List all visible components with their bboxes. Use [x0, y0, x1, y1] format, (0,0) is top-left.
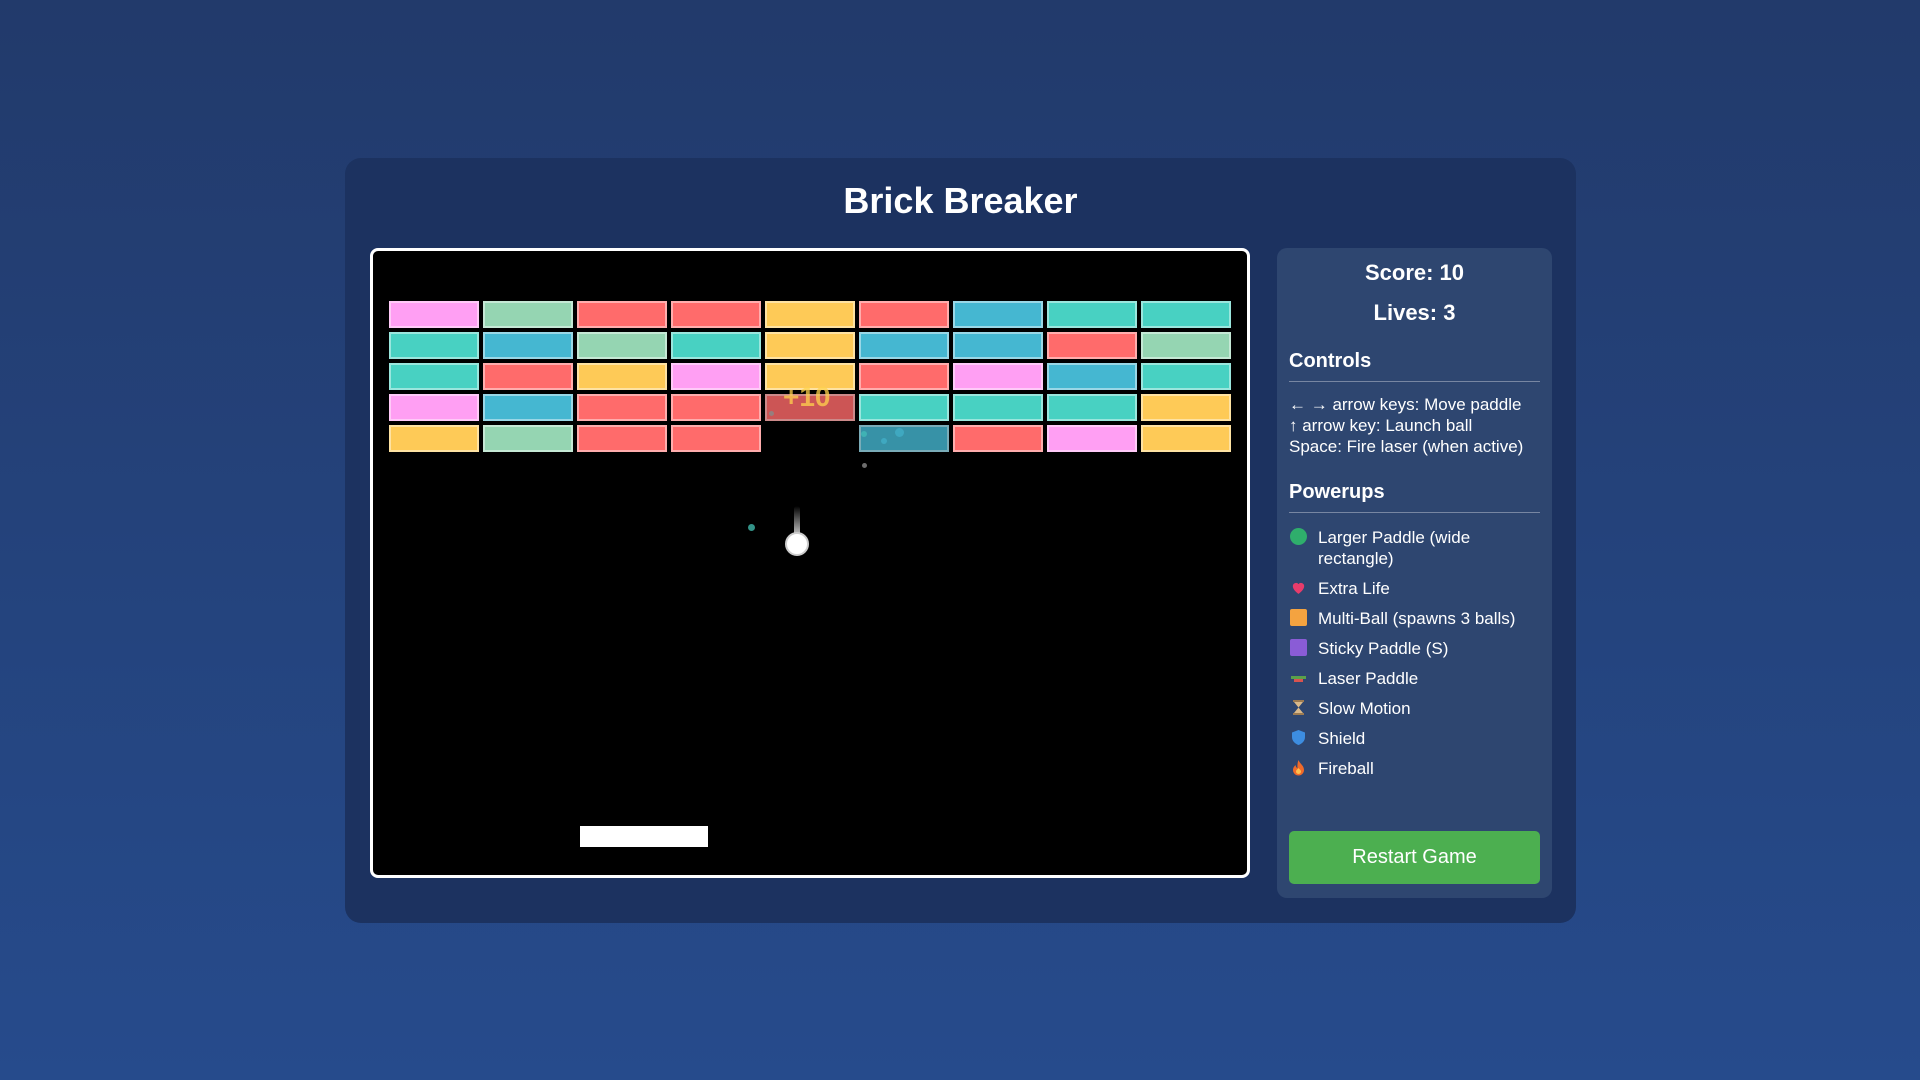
powerup-label: Sticky Paddle (S) — [1318, 639, 1449, 658]
brick — [953, 425, 1043, 452]
powerup-label: Larger Paddle (wide rectangle) — [1318, 528, 1471, 568]
brick — [577, 301, 667, 328]
brick — [389, 332, 479, 359]
brick — [577, 332, 667, 359]
brick — [953, 394, 1043, 421]
brick — [1047, 363, 1137, 390]
brick — [389, 394, 479, 421]
game-container: Brick Breaker +10 Score: 10 Lives: 3 Con… — [345, 158, 1576, 923]
score-popup: +10 — [783, 381, 831, 412]
powerup-label: Multi-Ball (spawns 3 balls) — [1318, 609, 1516, 628]
score-display: Score: 10 — [1364, 260, 1465, 285]
info-panel: Score: 10 Lives: 3 Controls ← → arrow ke… — [1277, 248, 1552, 898]
powerup-laser-paddle: Laser Paddle — [1289, 668, 1540, 689]
particle — [881, 438, 887, 444]
brick — [859, 301, 949, 328]
brick — [953, 363, 1043, 390]
brick — [577, 425, 667, 452]
brick — [577, 394, 667, 421]
brick — [1047, 394, 1137, 421]
powerup-label: Extra Life — [1318, 579, 1390, 598]
ball — [785, 532, 809, 556]
brick — [671, 394, 761, 421]
brick — [1047, 332, 1137, 359]
brick — [389, 363, 479, 390]
particle — [748, 524, 755, 531]
particle — [769, 411, 774, 416]
brick — [1141, 363, 1231, 390]
brick — [765, 332, 855, 359]
brick — [859, 332, 949, 359]
green-circle-icon — [1289, 528, 1308, 547]
particle — [862, 463, 867, 468]
brick — [953, 332, 1043, 359]
powerup-label: Fireball — [1318, 759, 1374, 778]
fire-icon — [1289, 759, 1308, 778]
paddle[interactable] — [580, 826, 708, 847]
shield-icon — [1289, 729, 1308, 748]
lives-display: Lives: 3 — [1373, 300, 1456, 325]
page-title: Brick Breaker — [843, 180, 1078, 221]
brick — [859, 425, 949, 452]
brick — [389, 425, 479, 452]
powerup-sticky-paddle: Sticky Paddle (S) — [1289, 638, 1540, 659]
hourglass-icon — [1289, 699, 1308, 718]
control-launch: ↑ arrow key: Launch ball — [1289, 416, 1473, 435]
brick — [859, 363, 949, 390]
brick — [671, 332, 761, 359]
particle — [861, 431, 867, 437]
brick — [859, 394, 949, 421]
brick — [389, 301, 479, 328]
restart-button[interactable]: Restart Game — [1289, 831, 1540, 884]
powerup-label: Laser Paddle — [1318, 669, 1419, 688]
brick — [1047, 301, 1137, 328]
brick — [1141, 425, 1231, 452]
brick — [483, 332, 573, 359]
brick — [483, 301, 573, 328]
brick — [1141, 332, 1231, 359]
powerup-shield: Shield — [1289, 728, 1540, 749]
powerup-multi-ball: Multi-Ball (spawns 3 balls) — [1289, 608, 1540, 629]
brick — [483, 425, 573, 452]
brick — [765, 301, 855, 328]
brick — [953, 301, 1043, 328]
brick — [577, 363, 667, 390]
control-move: ← → arrow keys: Move paddle — [1289, 395, 1522, 414]
brick — [483, 363, 573, 390]
brick — [1141, 394, 1231, 421]
powerup-extra-life: Extra Life — [1289, 578, 1540, 599]
powerup-fireball: Fireball — [1289, 758, 1540, 779]
brick — [1047, 425, 1137, 452]
brick — [671, 301, 761, 328]
powerups-list: Larger Paddle (wide rectangle) Extra Lif… — [1289, 527, 1540, 779]
powerup-larger-paddle: Larger Paddle (wide rectangle) — [1289, 527, 1540, 569]
controls-heading: Controls — [1289, 350, 1540, 382]
brick — [483, 394, 573, 421]
brick — [1141, 301, 1231, 328]
laser-icon — [1289, 669, 1308, 688]
particle — [895, 428, 904, 437]
game-canvas[interactable]: +10 — [370, 248, 1250, 878]
powerup-label: Shield — [1318, 729, 1366, 748]
powerup-slow-motion: Slow Motion — [1289, 698, 1540, 719]
brick — [671, 363, 761, 390]
purple-square-icon — [1289, 639, 1308, 658]
orange-square-icon — [1289, 609, 1308, 628]
powerup-label: Slow Motion — [1318, 699, 1411, 718]
controls-list: ← → arrow keys: Move paddle ↑ arrow key:… — [1289, 394, 1540, 457]
powerups-heading: Powerups — [1289, 481, 1540, 513]
control-laser: Space: Fire laser (when active) — [1289, 437, 1524, 456]
brick — [671, 425, 761, 452]
heart-icon — [1289, 579, 1308, 598]
